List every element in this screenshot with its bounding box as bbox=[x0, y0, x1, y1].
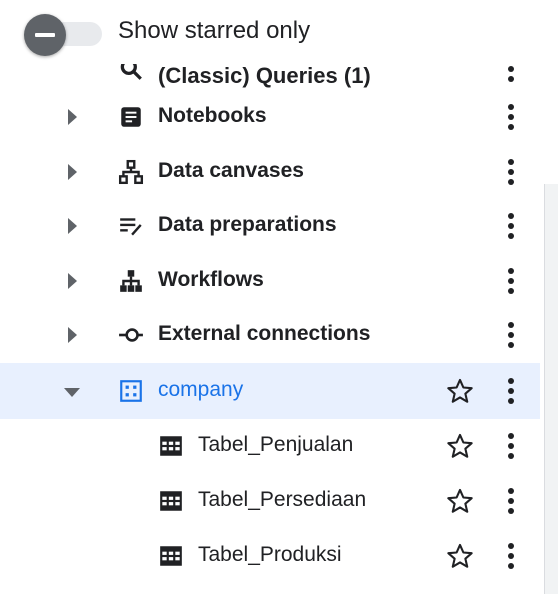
vertical-scrollbar[interactable] bbox=[544, 184, 558, 594]
more-options-icon[interactable] bbox=[498, 429, 524, 463]
tree-row-notebooks[interactable]: Notebooks bbox=[0, 89, 540, 145]
explorer-panel: (Classic) Queries (1) Show starred only … bbox=[0, 0, 558, 594]
tree-row-label: (Classic) Queries (1) bbox=[158, 63, 371, 88]
chevron-right-icon[interactable] bbox=[68, 164, 77, 180]
tree-row-company[interactable]: company bbox=[0, 363, 540, 419]
star-icon[interactable] bbox=[446, 487, 474, 515]
chevron-right-icon[interactable] bbox=[68, 327, 77, 343]
table-icon bbox=[158, 433, 184, 459]
workflow-icon bbox=[118, 268, 144, 294]
star-icon[interactable] bbox=[446, 542, 474, 570]
dataset-icon bbox=[118, 378, 144, 404]
data-preparation-icon bbox=[118, 213, 144, 239]
more-options-icon[interactable] bbox=[498, 100, 524, 134]
tree-row-label: Data canvases bbox=[158, 159, 304, 182]
tree-row-label: Tabel_Produksi bbox=[198, 543, 342, 566]
tree-row-label: Workflows bbox=[158, 268, 264, 291]
more-options-icon[interactable] bbox=[498, 318, 524, 352]
tree-row-label: company bbox=[158, 378, 244, 401]
tree-row-tabel-persediaan[interactable]: Tabel_Persediaan bbox=[0, 473, 540, 529]
table-icon bbox=[158, 543, 184, 569]
chevron-right-icon[interactable] bbox=[68, 273, 77, 289]
tree-row-label: Notebooks bbox=[158, 104, 267, 127]
star-icon[interactable] bbox=[446, 377, 474, 405]
chevron-right-icon[interactable] bbox=[68, 109, 77, 125]
tree-row-data-preparations[interactable]: Data preparations bbox=[0, 198, 540, 254]
chevron-right-icon[interactable] bbox=[68, 218, 77, 234]
tree-row-tabel-produksi[interactable]: Tabel_Produksi bbox=[0, 528, 540, 584]
star-icon[interactable] bbox=[446, 432, 474, 460]
chevron-down-icon[interactable] bbox=[64, 388, 80, 397]
more-options-icon[interactable] bbox=[498, 374, 524, 408]
notebook-icon bbox=[118, 104, 144, 130]
tree-row-workflows[interactable]: Workflows bbox=[0, 253, 540, 309]
tree-row-label: External connections bbox=[158, 322, 371, 345]
more-options-icon[interactable] bbox=[498, 484, 524, 518]
external-connection-icon bbox=[118, 322, 144, 348]
starred-toggle-thumb[interactable] bbox=[24, 14, 66, 56]
more-options-icon[interactable] bbox=[498, 155, 524, 189]
starred-toggle-label: Show starred only bbox=[118, 17, 311, 44]
tree-row-label: Data preparations bbox=[158, 213, 337, 236]
table-icon bbox=[158, 488, 184, 514]
tree-row-label: Tabel_Penjualan bbox=[198, 433, 354, 456]
tree-row-data-canvases[interactable]: Data canvases bbox=[0, 144, 540, 200]
data-canvas-icon bbox=[118, 159, 144, 185]
more-options-icon[interactable] bbox=[498, 539, 524, 573]
tree-row-tabel-penjualan[interactable]: Tabel_Penjualan bbox=[0, 418, 540, 474]
tree-row-label: Tabel_Persediaan bbox=[198, 488, 367, 511]
more-options-icon[interactable] bbox=[498, 209, 524, 243]
starred-filter-bar: Show starred only bbox=[0, 0, 558, 64]
tree-row-external-connections[interactable]: External connections bbox=[0, 307, 540, 363]
more-options-icon[interactable] bbox=[498, 264, 524, 298]
